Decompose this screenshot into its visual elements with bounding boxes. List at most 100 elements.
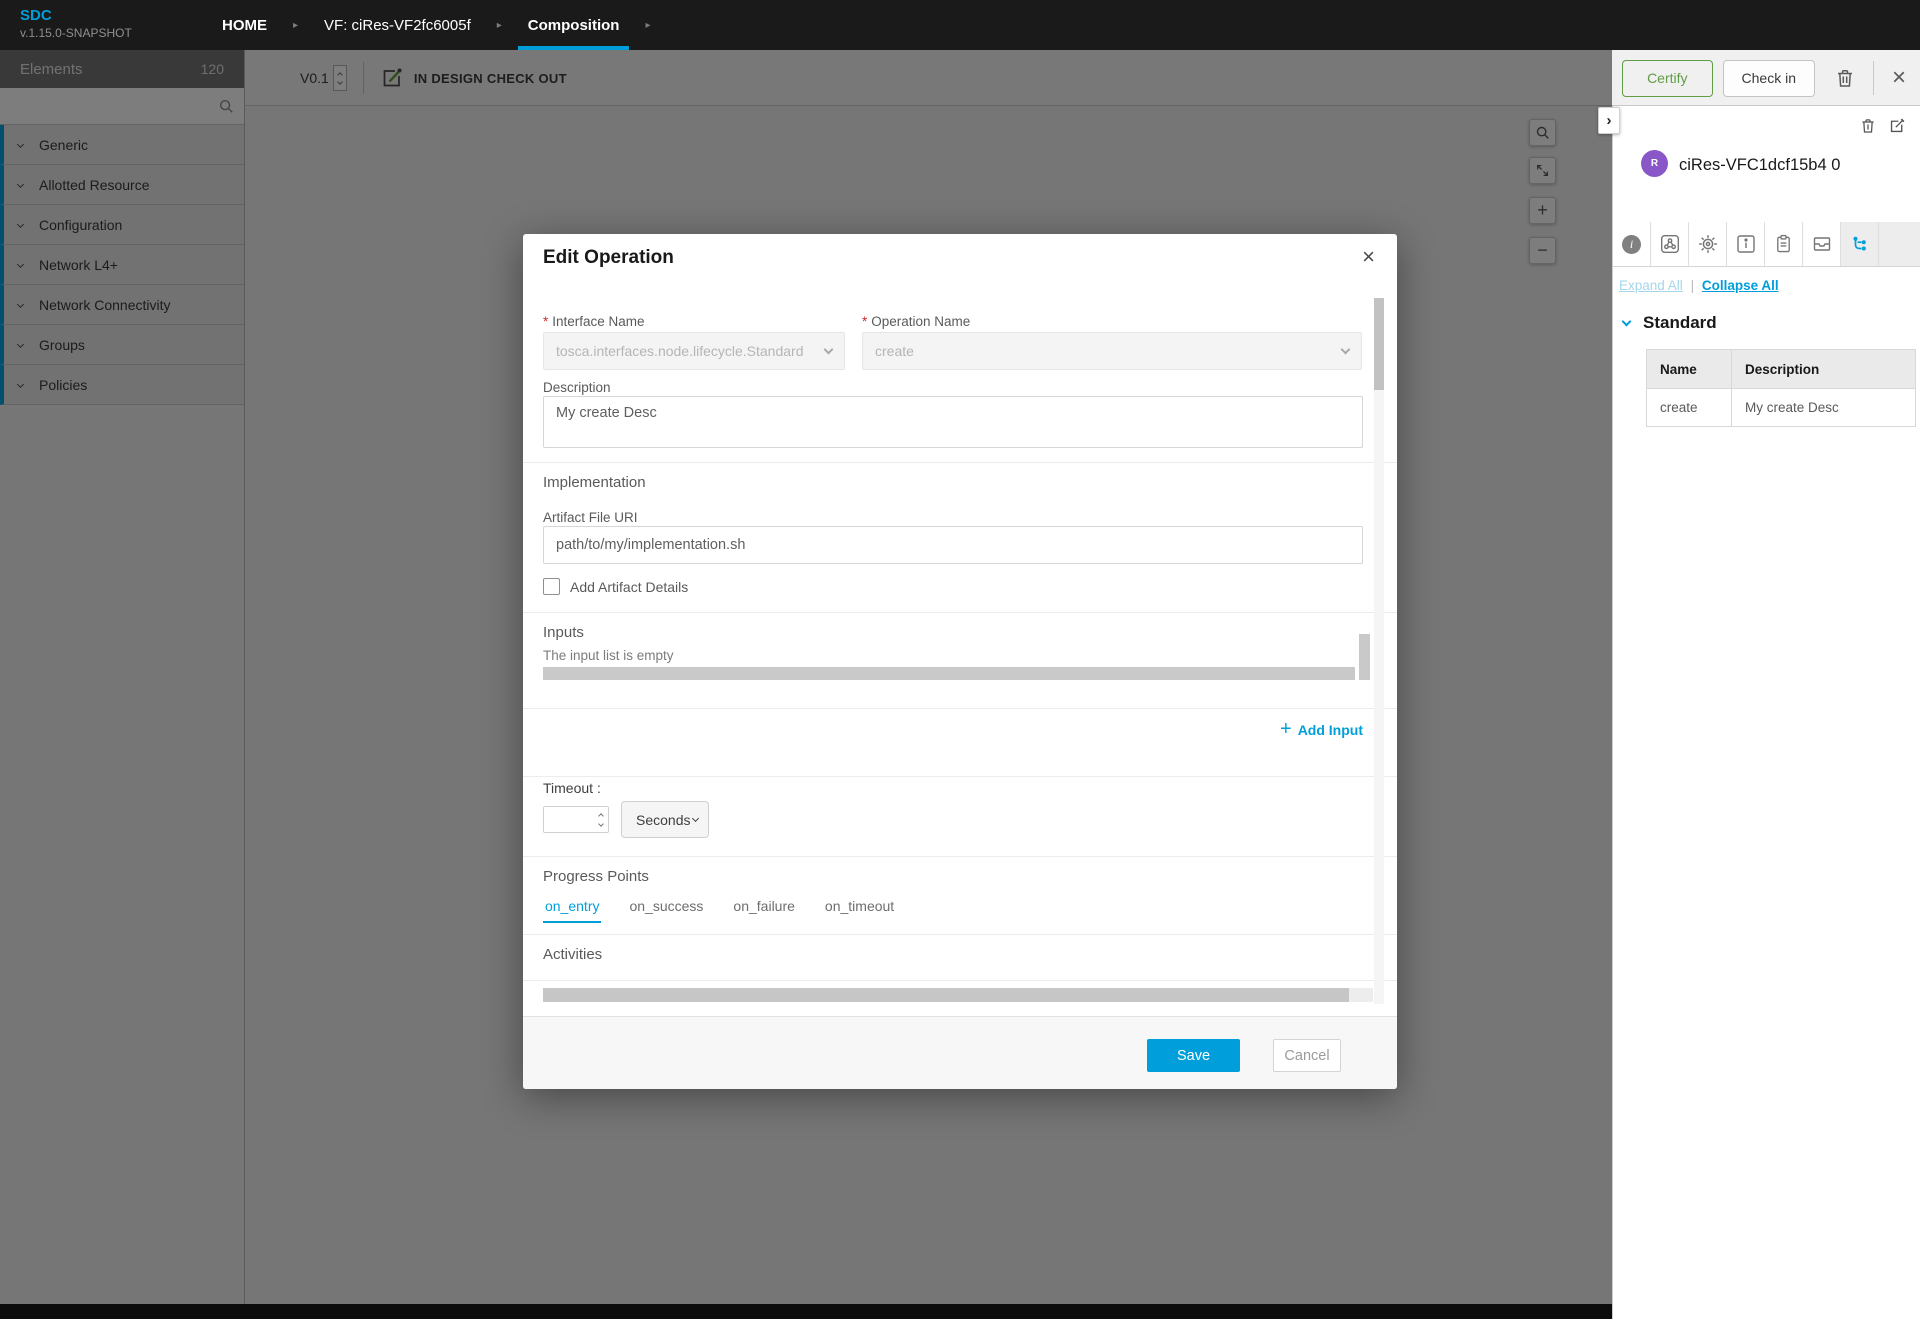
description-textarea[interactable]: My create Desc [543, 396, 1363, 448]
activities-heading: Activities [543, 946, 602, 963]
scrollbar-thumb[interactable] [543, 988, 1349, 1002]
component-title: ciRes-VFC1dcf15b4 0 [1679, 156, 1840, 175]
chevron-down-icon [1622, 316, 1632, 326]
close-composition-icon[interactable]: × [1892, 64, 1906, 92]
timeout-label: Timeout : [543, 780, 601, 796]
stepper-arrows-icon[interactable] [599, 814, 603, 826]
inputs-horizontal-scrollbar[interactable] [543, 667, 1355, 680]
standard-section-header[interactable]: Standard [1623, 313, 1717, 333]
breadcrumb: HOME ▸ VF: ciRes-VF2fc6005f ▸ Compositio… [212, 0, 666, 50]
modal-close-icon[interactable]: × [1362, 244, 1375, 270]
sdc-logo: SDC v.1.15.0-SNAPSHOT [20, 7, 132, 41]
section-title: Standard [1643, 313, 1717, 333]
interface-name-label: *Interface Name [543, 314, 645, 329]
operations-table: Name Description create My create Desc [1646, 349, 1916, 427]
column-header-name: Name [1647, 350, 1732, 389]
information-icon [1736, 234, 1756, 254]
check-in-button[interactable]: Check in [1723, 60, 1815, 97]
operation-name-label: *Operation Name [862, 314, 970, 329]
modal-title: Edit Operation [543, 247, 674, 269]
progress-points-tabs: on_entry on_success on_failure on_timeou… [543, 898, 896, 923]
component-avatar: R [1641, 150, 1668, 177]
delete-instance-trash-icon[interactable] [1860, 117, 1876, 140]
expand-collapse-links: Expand All | Collapse All [1619, 278, 1779, 293]
checkbox-label: Add Artifact Details [570, 579, 688, 595]
tab-on-entry[interactable]: on_entry [543, 898, 601, 923]
info-icon: i [1622, 235, 1641, 254]
required-marker: * [862, 314, 867, 329]
required-marker: * [543, 314, 548, 329]
component-detail-panel: R ciRes-VFC1dcf15b4 0 i [1612, 106, 1920, 1319]
inputs-vertical-scrollbar[interactable] [1359, 634, 1370, 680]
logo-title: SDC [20, 7, 132, 26]
chevron-down-icon [692, 814, 699, 821]
implementation-heading: Implementation [543, 474, 646, 491]
scrollbar-thumb[interactable] [1374, 298, 1384, 390]
tab-deployment[interactable] [1803, 222, 1841, 266]
modal-vertical-scrollbar[interactable] [1374, 298, 1384, 1004]
tab-requirements[interactable] [1765, 222, 1803, 266]
tab-on-failure[interactable]: on_failure [731, 898, 797, 923]
operation-name-cell[interactable]: create [1647, 389, 1732, 427]
save-button[interactable]: Save [1147, 1039, 1240, 1072]
breadcrumb-separator-icon: ▸ [277, 0, 314, 50]
divider [523, 856, 1397, 857]
breadcrumb-composition[interactable]: Composition [518, 0, 630, 50]
inputs-empty-text: The input list is empty [543, 648, 674, 663]
divider [523, 934, 1397, 935]
divider [523, 708, 1397, 709]
gear-icon [1698, 234, 1718, 254]
panel-collapse-button[interactable]: › [1598, 107, 1620, 134]
column-header-description: Description [1732, 350, 1916, 389]
artifact-uri-input[interactable] [543, 526, 1363, 564]
logo-version: v.1.15.0-SNAPSHOT [20, 26, 132, 41]
modal-footer: Save Cancel [523, 1016, 1397, 1089]
inputs-heading: Inputs [543, 624, 584, 641]
collapse-all-link[interactable]: Collapse All [1702, 278, 1779, 293]
detail-tabstrip: i [1613, 222, 1920, 267]
table-row[interactable]: create My create Desc [1647, 389, 1916, 427]
plus-icon: + [1280, 718, 1292, 741]
inbox-icon [1812, 234, 1832, 254]
artifacts-icon [1660, 234, 1680, 254]
tab-operations[interactable] [1841, 222, 1879, 266]
tab-on-timeout[interactable]: on_timeout [823, 898, 896, 923]
interface-name-select[interactable]: tosca.interfaces.node.lifecycle.Standard [543, 332, 845, 370]
divider [523, 776, 1397, 777]
table-header-row: Name Description [1647, 350, 1916, 389]
checkbox-box[interactable] [543, 578, 560, 595]
breadcrumb-vf[interactable]: VF: ciRes-VF2fc6005f [314, 0, 481, 50]
edit-operation-modal: Edit Operation × *Interface Name *Operat… [523, 234, 1397, 1089]
divider [523, 980, 1397, 981]
progress-points-heading: Progress Points [543, 868, 649, 885]
cancel-button[interactable]: Cancel [1273, 1039, 1341, 1072]
tabstrip-filler [1879, 222, 1920, 266]
expand-all-link[interactable]: Expand All [1619, 278, 1683, 293]
timeout-stepper[interactable] [543, 806, 609, 833]
breadcrumb-home[interactable]: HOME [212, 0, 277, 50]
operation-description-cell[interactable]: My create Desc [1732, 389, 1916, 427]
operations-icon [1850, 234, 1870, 254]
tab-on-success[interactable]: on_success [627, 898, 705, 923]
clipboard-icon [1774, 234, 1793, 254]
operation-name-select[interactable]: create [862, 332, 1362, 370]
divider [523, 612, 1397, 613]
app-header: SDC v.1.15.0-SNAPSHOT HOME ▸ VF: ciRes-V… [0, 0, 1920, 50]
modal-horizontal-scrollbar[interactable] [543, 988, 1373, 1002]
tab-artifacts[interactable] [1651, 222, 1689, 266]
edit-instance-icon[interactable] [1889, 117, 1906, 139]
add-artifact-details-checkbox[interactable]: Add Artifact Details [543, 578, 688, 595]
chevron-down-icon [824, 345, 834, 355]
tab-properties[interactable] [1689, 222, 1727, 266]
divider [523, 462, 1397, 463]
description-label: Description [543, 380, 611, 395]
add-input-button[interactable]: + Add Input [1280, 718, 1363, 741]
delete-component-trash-icon[interactable] [1835, 68, 1855, 89]
certify-button[interactable]: Certify [1622, 60, 1712, 97]
breadcrumb-separator-icon: ▸ [481, 0, 518, 50]
tab-information[interactable] [1727, 222, 1765, 266]
tab-info[interactable]: i [1613, 222, 1651, 266]
toolbar-divider [1873, 61, 1874, 95]
timeout-unit-select[interactable]: Seconds [621, 801, 709, 838]
artifact-uri-label: Artifact File URI [543, 510, 638, 525]
